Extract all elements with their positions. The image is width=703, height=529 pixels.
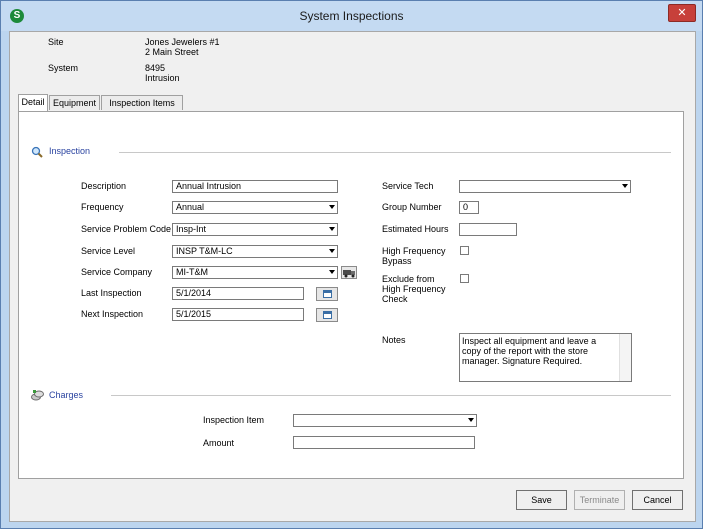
- inspection-section-divider: [119, 152, 671, 153]
- tab-inspection-items[interactable]: Inspection Items: [101, 95, 183, 110]
- frequency-select[interactable]: Annual: [172, 201, 338, 214]
- calendar-icon: [323, 290, 332, 298]
- amount-input[interactable]: [293, 436, 475, 449]
- estimated-hours-label: Estimated Hours: [382, 224, 449, 234]
- terminate-button[interactable]: Terminate: [574, 490, 625, 510]
- system-inspections-window: S System Inspections ✕ Site Jones Jewele…: [0, 0, 703, 529]
- service-level-value: INSP T&M-LC: [176, 246, 233, 256]
- high-frequency-bypass-checkbox[interactable]: [460, 246, 469, 255]
- service-tech-select[interactable]: [459, 180, 631, 193]
- inspection-section-title: Inspection: [49, 146, 91, 156]
- charges-section-title: Charges: [49, 390, 84, 400]
- tab-equipment[interactable]: Equipment: [49, 95, 100, 110]
- service-level-label: Service Level: [81, 246, 136, 256]
- service-problem-code-select[interactable]: Insp-Int: [172, 223, 338, 236]
- high-frequency-bypass-label-2: Bypass: [382, 256, 412, 266]
- chevron-down-icon: [329, 227, 335, 231]
- close-button[interactable]: ✕: [668, 4, 696, 22]
- calendar-icon: [323, 311, 332, 319]
- inspection-item-label: Inspection Item: [203, 415, 265, 425]
- service-company-select[interactable]: MI-T&M: [172, 266, 338, 279]
- system-type: Intrusion: [145, 73, 180, 83]
- chevron-down-icon: [622, 184, 628, 188]
- notes-text: Inspect all equipment and leave a copy o…: [462, 336, 597, 366]
- notes-textarea[interactable]: Inspect all equipment and leave a copy o…: [459, 333, 632, 382]
- group-number-input[interactable]: 0: [459, 201, 479, 214]
- charges-section-divider: [111, 395, 671, 396]
- notes-scrollbar[interactable]: [619, 334, 631, 381]
- exclude-high-frequency-checkbox[interactable]: [460, 274, 469, 283]
- next-inspection-label: Next Inspection: [81, 309, 144, 319]
- description-label: Description: [81, 181, 127, 191]
- inspection-item-select[interactable]: [293, 414, 477, 427]
- system-number: 8495: [145, 63, 166, 73]
- truck-icon[interactable]: [341, 266, 357, 279]
- detail-panel: Inspection Description Annual Intrusion …: [18, 111, 684, 479]
- cancel-button[interactable]: Cancel: [632, 490, 683, 510]
- save-button[interactable]: Save: [516, 490, 567, 510]
- site-address: 2 Main Street: [145, 47, 199, 57]
- notes-label: Notes: [382, 335, 406, 345]
- service-company-value: MI-T&M: [176, 267, 208, 277]
- exclude-label-3: Check: [382, 294, 408, 304]
- frequency-value: Annual: [176, 202, 205, 212]
- exclude-label-2: High Frequency: [382, 284, 446, 294]
- chevron-down-icon: [329, 205, 335, 209]
- description-input[interactable]: Annual Intrusion: [172, 180, 338, 193]
- last-inspection-calendar-button[interactable]: [316, 287, 338, 301]
- next-inspection-calendar-button[interactable]: [316, 308, 338, 322]
- magnifier-icon: [31, 146, 43, 158]
- service-problem-code-value: Insp-Int: [176, 224, 207, 234]
- group-number-label: Group Number: [382, 202, 442, 212]
- next-inspection-input[interactable]: 5/1/2015: [172, 308, 304, 321]
- service-problem-code-label: Service Problem Code: [81, 224, 172, 234]
- site-label: Site: [48, 37, 64, 47]
- high-frequency-bypass-label-1: High Frequency: [382, 246, 446, 256]
- chevron-down-icon: [329, 249, 335, 253]
- system-label: System: [48, 63, 79, 73]
- service-tech-label: Service Tech: [382, 181, 434, 191]
- coins-icon: [31, 390, 44, 401]
- title-bar: S System Inspections ✕: [1, 1, 702, 31]
- frequency-label: Frequency: [81, 202, 124, 212]
- last-inspection-label: Last Inspection: [81, 288, 142, 298]
- chevron-down-icon: [468, 418, 474, 422]
- amount-label: Amount: [203, 438, 235, 448]
- site-name: Jones Jewelers #1: [145, 37, 220, 47]
- window-title: System Inspections: [299, 9, 404, 23]
- exclude-label-1: Exclude from: [382, 274, 435, 284]
- tab-detail[interactable]: Detail: [18, 94, 48, 111]
- service-company-label: Service Company: [81, 267, 153, 277]
- last-inspection-input[interactable]: 5/1/2014: [172, 287, 304, 300]
- estimated-hours-input[interactable]: [459, 223, 517, 236]
- service-level-select[interactable]: INSP T&M-LC: [172, 245, 338, 258]
- chevron-down-icon: [329, 270, 335, 274]
